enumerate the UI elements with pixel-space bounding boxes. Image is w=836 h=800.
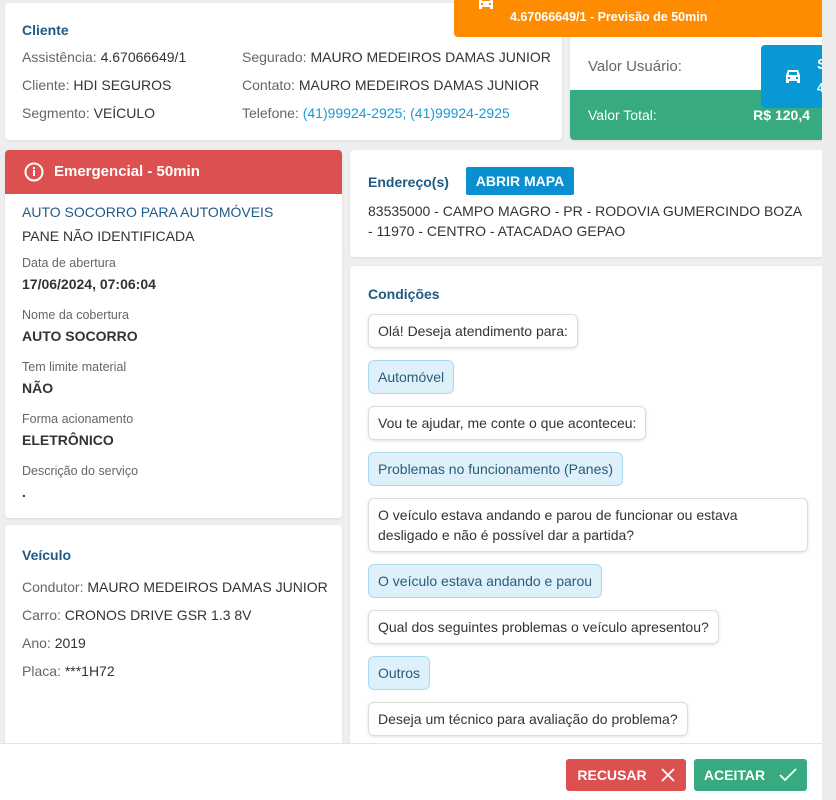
valor-total-label: Valor Total: bbox=[588, 107, 657, 123]
telefone-link[interactable]: (41)99924-2925; (41)99924-2925 bbox=[303, 105, 510, 121]
cliente-field: Cliente: HDI SEGUROS bbox=[22, 77, 171, 93]
value: ***1H72 bbox=[64, 663, 115, 679]
label: Placa: bbox=[22, 663, 61, 679]
acionamento-label: Forma acionamento bbox=[22, 412, 134, 426]
value: HDI SEGUROS bbox=[73, 77, 172, 93]
bot-message: O veículo estava andando e parou de func… bbox=[368, 498, 808, 552]
abrir-mapa-button[interactable]: ABRIR MAPA bbox=[466, 167, 574, 195]
chat-message-row: Qual dos seguintes problemas o veículo a… bbox=[368, 610, 813, 656]
label: Telefone: bbox=[242, 105, 299, 121]
recusar-button[interactable]: RECUSAR bbox=[566, 759, 686, 791]
emergencial-header: Emergencial - 50min bbox=[5, 150, 342, 194]
servico-problem: PANE NÃO IDENTIFICADA bbox=[22, 228, 195, 244]
user-message: Problemas no funcionamento (Panes) bbox=[368, 452, 624, 486]
cobertura-label: Nome da cobertura bbox=[22, 308, 130, 322]
chat-message-row: O veículo estava andando e parou bbox=[368, 564, 813, 610]
close-icon bbox=[660, 768, 675, 782]
cobertura-value: AUTO SOCORRO bbox=[22, 328, 138, 344]
value: MAURO MEDEIROS DAMAS JUNIOR bbox=[310, 49, 551, 65]
chat-message-row: Automóvel bbox=[368, 360, 813, 406]
chat-message-row: Problemas no funcionamento (Panes) bbox=[368, 452, 813, 498]
emergencial-label: Emergencial - 50min bbox=[54, 163, 200, 180]
recusar-label: RECUSAR bbox=[577, 767, 647, 783]
ano-field: Ano: 2019 bbox=[22, 635, 86, 651]
cliente-title: Cliente bbox=[22, 22, 69, 38]
valor-usuario-label: Valor Usuário: bbox=[588, 58, 682, 75]
descricao-value: . bbox=[22, 484, 26, 500]
toast-subtitle: 4.67066649/1 - Previsão de 50min bbox=[510, 10, 708, 24]
label: Segurado: bbox=[242, 49, 307, 65]
label: Contato: bbox=[242, 77, 295, 93]
value: MAURO MEDEIROS DAMAS JUNIOR bbox=[87, 579, 328, 595]
chat-message-row: Vou te ajudar, me conte o que aconteceu: bbox=[368, 406, 813, 452]
endereco-title: Endereço(s) bbox=[368, 174, 449, 190]
value: MAURO MEDEIROS DAMAS JUNIOR bbox=[298, 77, 540, 93]
toast-orange[interactable]: 4.67066649/1 - Previsão de 50min bbox=[454, 0, 836, 37]
user-message: Automóvel bbox=[368, 360, 455, 394]
data-abertura-value: 17/06/2024, 07:06:04 bbox=[22, 276, 156, 292]
placa-field: Placa: ***1H72 bbox=[22, 663, 115, 679]
label: Segmento: bbox=[22, 105, 90, 121]
user-message: Outros bbox=[368, 656, 431, 690]
value: CRONOS DRIVE GSR 1.3 8V bbox=[64, 607, 252, 623]
aceitar-label: ACEITAR bbox=[703, 767, 766, 783]
label: Cliente: bbox=[22, 77, 70, 93]
aceitar-button[interactable]: ACEITAR bbox=[694, 759, 807, 791]
value: 2019 bbox=[54, 635, 86, 651]
footer-bar: RECUSAR ACEITAR bbox=[0, 743, 822, 800]
label: Ano: bbox=[22, 635, 51, 651]
label: Carro: bbox=[22, 607, 61, 623]
veiculo-title: Veículo bbox=[22, 547, 72, 563]
telefone-field: Telefone: (41)99924-2925; (41)99924-2925 bbox=[242, 105, 510, 121]
label: Condutor: bbox=[22, 579, 84, 595]
descricao-label: Descrição do serviço bbox=[22, 464, 139, 478]
chat-message-row: Deseja um técnico para avaliação do prob… bbox=[368, 702, 813, 748]
car-icon bbox=[786, 70, 800, 83]
chat-message-row: Olá! Deseja atendimento para: bbox=[368, 314, 813, 360]
condutor-field: Condutor: MAURO MEDEIROS DAMAS JUNIOR bbox=[22, 579, 328, 595]
chat-list: Olá! Deseja atendimento para: Automóvel Vo… bbox=[368, 314, 813, 766]
user-message: O veículo estava andando e parou bbox=[368, 564, 603, 598]
segurado-field: Segurado: MAURO MEDEIROS DAMAS JUNIOR bbox=[242, 49, 551, 65]
data-abertura-label: Data de abertura bbox=[22, 256, 116, 270]
value: 4.67066649/1 bbox=[100, 49, 187, 65]
info-icon bbox=[24, 162, 44, 182]
limite-value: NÃO bbox=[22, 380, 54, 396]
servico-card: Emergencial - 50min AUTO SOCORRO PARA AU… bbox=[5, 150, 342, 518]
segmento-field: Segmento: VEÍCULO bbox=[22, 105, 155, 121]
endereco-text: 83535000 - CAMPO MAGRO - PR - RODOVIA GU… bbox=[368, 203, 802, 239]
condicoes-title: Condições bbox=[368, 286, 440, 302]
veiculo-card: Veículo Condutor: MAURO MEDEIROS DAMAS J… bbox=[5, 525, 342, 765]
acionamento-value: ELETRÔNICO bbox=[22, 432, 114, 448]
car-icon bbox=[479, 0, 493, 9]
valor-total-value: R$ 120,4 bbox=[753, 107, 810, 123]
contato-field: Contato: MAURO MEDEIROS DAMAS JUNIOR bbox=[242, 77, 539, 93]
assistencia-field: Assistência: 4.67066649/1 bbox=[22, 49, 186, 65]
chat-message-row: O veículo estava andando e parou de func… bbox=[368, 498, 813, 564]
condicoes-card: Condições Olá! Deseja atendimento para: A… bbox=[350, 266, 825, 766]
scrollbar[interactable] bbox=[822, 0, 836, 800]
bot-message: Deseja um técnico para avaliação do prob… bbox=[368, 702, 688, 736]
endereco-card: Endereço(s) ABRIR MAPA 83535000 - CAMPO … bbox=[350, 150, 825, 257]
value: VEÍCULO bbox=[93, 105, 156, 121]
carro-field: Carro: CRONOS DRIVE GSR 1.3 8V bbox=[22, 607, 252, 623]
chat-message-row: Outros bbox=[368, 656, 813, 702]
check-icon bbox=[779, 768, 797, 782]
label: Assistência: bbox=[22, 49, 97, 65]
bot-message: Qual dos seguintes problemas o veículo a… bbox=[368, 610, 719, 644]
bot-message: Vou te ajudar, me conte o que aconteceu: bbox=[368, 406, 647, 440]
limite-label: Tem limite material bbox=[22, 360, 127, 374]
servico-name: AUTO SOCORRO PARA AUTOMÓVEIS bbox=[22, 204, 274, 220]
bot-message: Olá! Deseja atendimento para: bbox=[368, 314, 578, 348]
